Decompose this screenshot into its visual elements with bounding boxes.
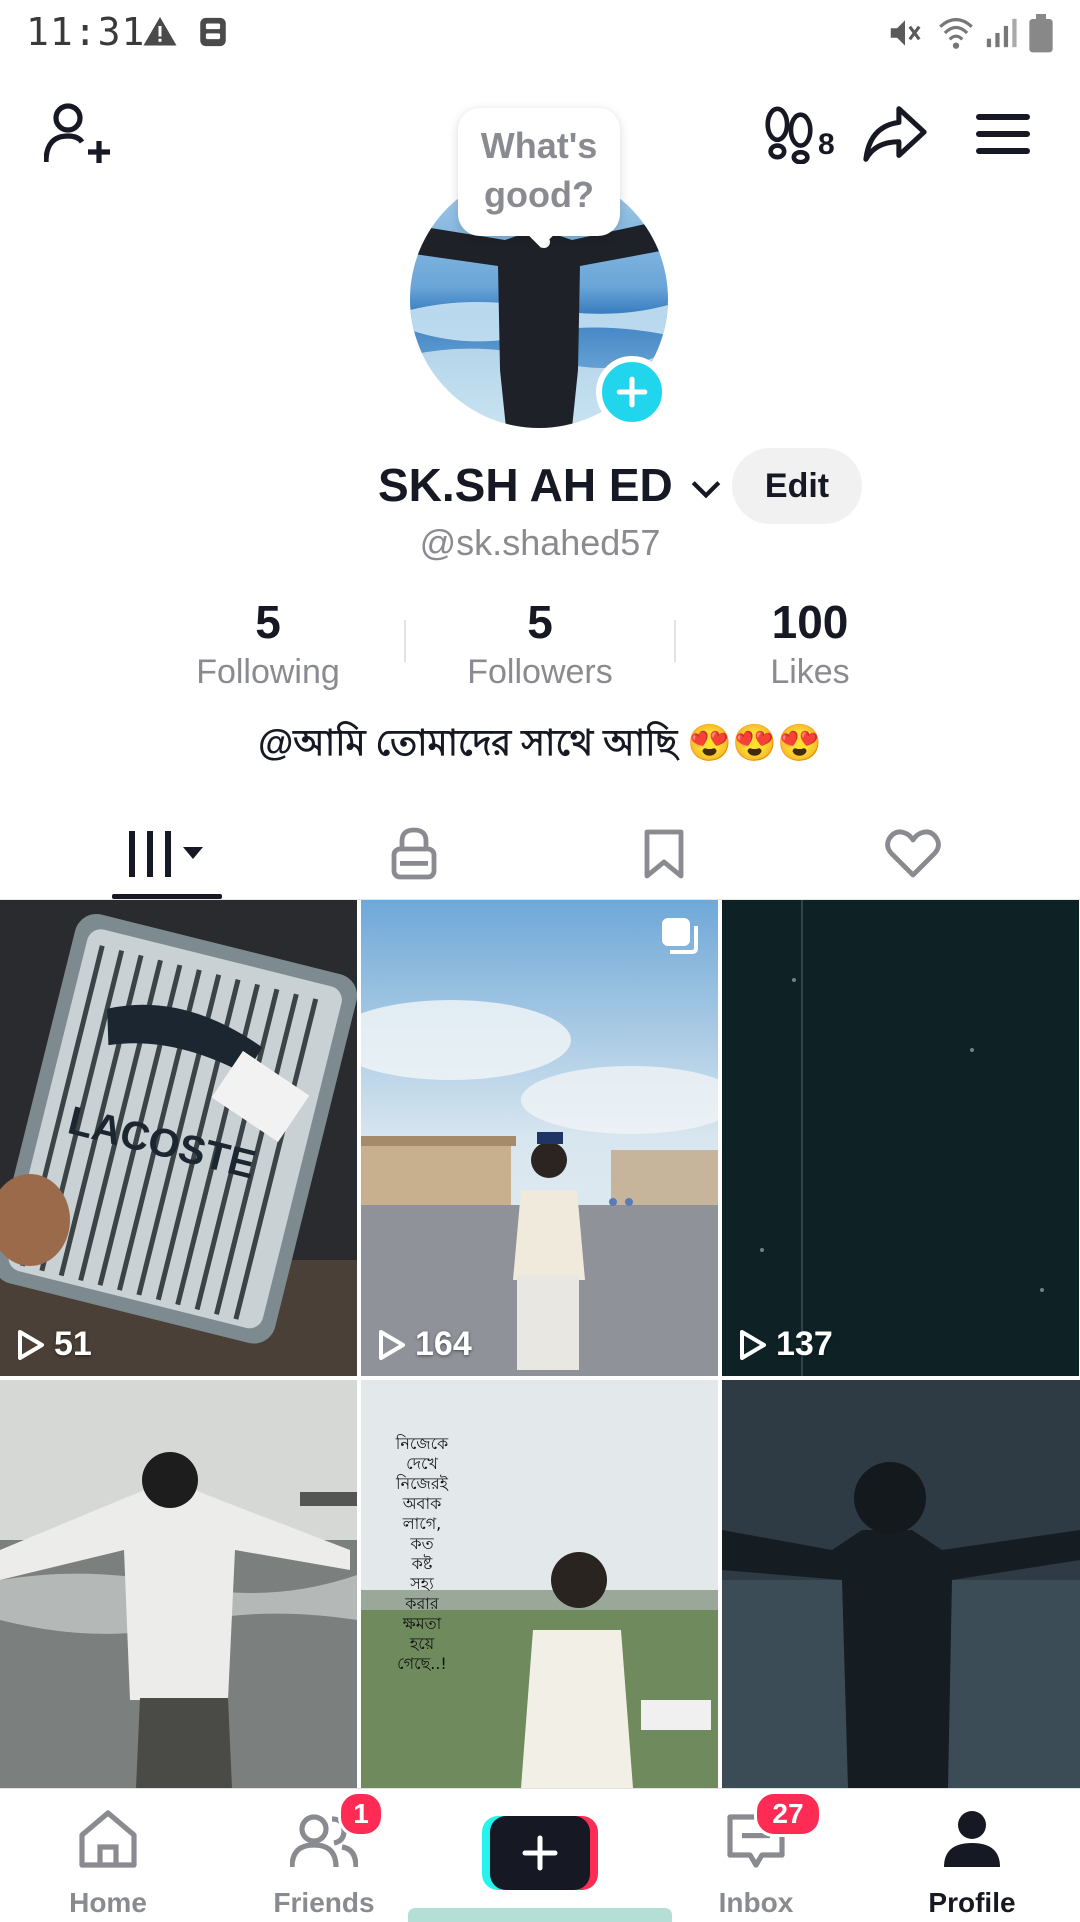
signal-icon — [986, 18, 1017, 48]
view-count-value: 137 — [776, 1325, 833, 1363]
view-count-value: 164 — [415, 1325, 472, 1363]
nav-profile-label: Profile — [928, 1887, 1016, 1918]
battery-icon — [1029, 14, 1053, 53]
overlay-line: হয়ে — [409, 1634, 435, 1653]
tab-saved[interactable] — [529, 810, 799, 898]
multi-photo-icon — [662, 918, 698, 954]
overlay-line: সহ্য — [410, 1574, 434, 1593]
video-thumbnail[interactable]: নিজেকে দেখে নিজেরই অবাক লাগে, কত কষ্ট সহ… — [361, 1380, 718, 1788]
profile-bio: @আমি তোমাদের সাথে আছি 😍😍😍 — [258, 722, 822, 763]
play-icon — [18, 1329, 44, 1360]
overlay-line: নিজেরই — [396, 1474, 448, 1493]
plus-icon — [616, 376, 648, 408]
add-friend-icon[interactable] — [44, 102, 112, 166]
overlay-line: ক্ষমতা — [402, 1614, 442, 1633]
overlay-line: লাগে, — [402, 1514, 442, 1533]
chevron-down-icon[interactable] — [690, 478, 722, 500]
inbox-badge: 27 — [754, 1791, 822, 1837]
wifi-icon — [939, 17, 973, 49]
stat-followers-label: Followers — [467, 653, 613, 691]
tab-videos[interactable] — [32, 810, 302, 898]
stat-divider — [674, 620, 676, 662]
menu-icon[interactable] — [976, 112, 1030, 156]
mute-icon — [890, 20, 921, 46]
edit-profile-button[interactable]: Edit — [732, 448, 862, 524]
status-bubble-line1: What's — [480, 125, 598, 166]
overlay-line: গেছে..! — [397, 1654, 447, 1673]
view-count: 137 — [738, 1325, 833, 1364]
stat-likes[interactable]: 100 Likes — [690, 594, 930, 694]
video-thumbnail[interactable] — [0, 1380, 357, 1788]
status-bubble-line2: good? — [484, 174, 594, 215]
view-count-value: 51 — [54, 1325, 92, 1363]
tab-liked[interactable] — [778, 810, 1048, 898]
display-name[interactable]: SK.SH AH ED — [378, 458, 722, 512]
stat-followers-value: 5 — [527, 596, 553, 648]
nav-friends[interactable]: 1 Friends — [216, 1789, 432, 1921]
status-bubble[interactable]: What's good? — [458, 108, 620, 236]
view-count: 51 — [16, 1325, 92, 1364]
video-thumbnail[interactable] — [722, 1380, 1080, 1788]
share-icon[interactable] — [862, 104, 928, 164]
nav-inbox[interactable]: 27 Inbox — [648, 1789, 864, 1921]
play-icon — [740, 1329, 766, 1360]
tab-private[interactable] — [279, 810, 549, 898]
stat-following-value: 5 — [255, 596, 281, 648]
sim-icon — [200, 17, 226, 47]
add-avatar-button[interactable] — [596, 356, 668, 428]
footprint-count: 8 — [818, 128, 835, 161]
bookmark-icon — [644, 829, 684, 879]
play-icon — [379, 1329, 405, 1360]
stat-likes-label: Likes — [770, 653, 850, 691]
status-time: 11:31 — [26, 10, 146, 54]
nav-home-label: Home — [69, 1887, 147, 1918]
warning-icon — [143, 17, 177, 46]
display-name-text: SK.SH AH ED — [378, 459, 673, 511]
overlay-line: নিজেকে — [395, 1434, 449, 1453]
overlay-line: অবাক — [402, 1494, 442, 1513]
video-thumbnail[interactable]: LACOSTE 51 — [0, 900, 357, 1376]
overlay-line: কত — [410, 1534, 434, 1553]
heart-icon — [885, 829, 941, 878]
status-bar: 11:31 — [0, 0, 1080, 68]
stat-followers[interactable]: 5 Followers — [420, 594, 660, 694]
nav-inbox-label: Inbox — [718, 1887, 794, 1918]
video-overlay-text: নিজেকে দেখে নিজেরই অবাক লাগে, কত কষ্ট সহ… — [377, 1434, 467, 1674]
footprints-icon[interactable] — [760, 104, 818, 164]
grid-icon — [129, 831, 203, 877]
video-thumbnail[interactable]: 164 — [361, 900, 718, 1376]
video-thumbnail[interactable]: 137 — [722, 900, 1079, 1376]
overlay-line: করার — [405, 1594, 439, 1613]
username-handle: @sk.shahed57 — [419, 522, 661, 563]
create-button[interactable] — [482, 1816, 598, 1890]
overlay-line: কষ্ট — [411, 1554, 433, 1573]
home-icon — [79, 1810, 137, 1868]
stat-likes-value: 100 — [771, 596, 849, 648]
nav-home[interactable]: Home — [0, 1789, 216, 1921]
nav-friends-label: Friends — [273, 1887, 375, 1918]
profile-icon — [944, 1811, 1000, 1867]
nav-profile[interactable]: Profile — [864, 1789, 1080, 1921]
lock-icon — [391, 827, 437, 880]
stat-following-label: Following — [196, 653, 340, 691]
stat-divider — [404, 620, 406, 662]
view-count: 164 — [377, 1325, 472, 1364]
overlay-line: দেখে — [406, 1454, 438, 1473]
friends-badge: 1 — [338, 1791, 384, 1837]
stat-following[interactable]: 5 Following — [148, 594, 388, 694]
